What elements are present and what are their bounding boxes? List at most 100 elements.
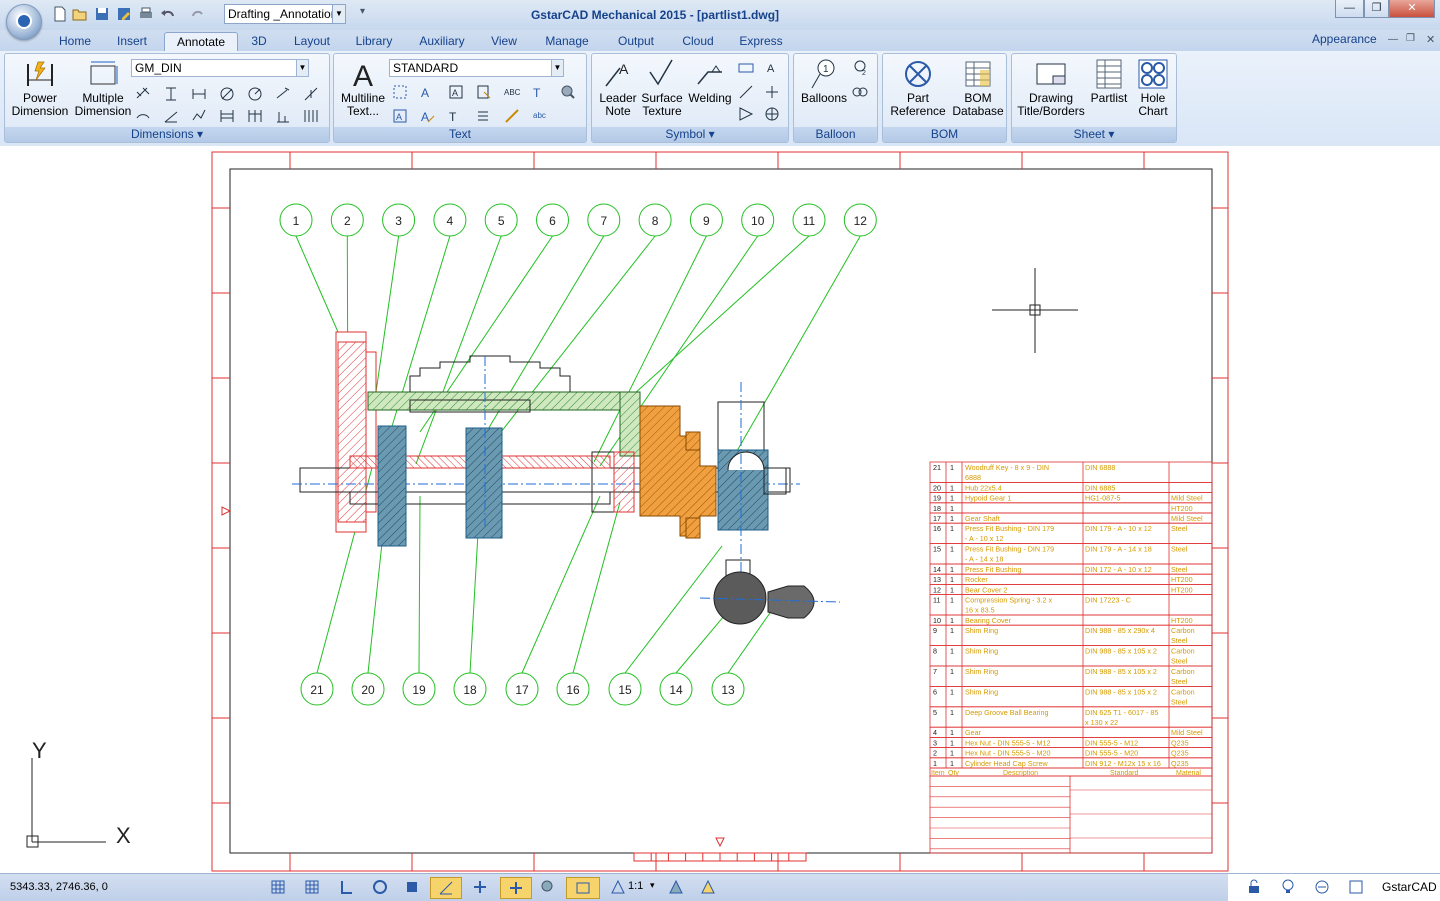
quick-dimension-icon[interactable]	[191, 108, 207, 124]
chevron-down-icon: ▼	[296, 60, 308, 76]
ribbon-close-icon[interactable]: ✕	[1426, 33, 1435, 46]
tab-layout[interactable]: Layout	[286, 32, 338, 51]
snap-icon[interactable]	[270, 879, 286, 895]
partlist-cell: Steel	[1171, 545, 1188, 554]
leader-note-label: Leader Note	[599, 91, 637, 118]
workspace-switch-icon[interactable]	[1314, 879, 1330, 895]
single-line-text-icon[interactable]	[392, 84, 408, 100]
leader-note-button[interactable]: A Leader Note	[596, 58, 640, 118]
datum-target-icon[interactable]	[764, 84, 780, 100]
balloon-align-icon[interactable]	[852, 84, 868, 100]
application-menu-button[interactable]	[6, 4, 42, 40]
drawing-canvas[interactable]: 1 2 3 4 5 6 7 8 9 10 11 12 21 20 19 18 17 16 15 14 13 21 1 Woo…	[0, 146, 1440, 873]
tab-output[interactable]: Output	[608, 32, 664, 51]
angular-dimension-icon[interactable]	[163, 108, 179, 124]
text-combine-icon[interactable]: abc	[532, 108, 548, 124]
jog-dimension-icon[interactable]	[303, 86, 319, 102]
bom-database-button[interactable]: BOM Database	[949, 58, 1007, 118]
text-scale-icon[interactable]: T	[532, 84, 548, 100]
auto-scale-icon[interactable]	[700, 879, 716, 895]
object-snap-icon[interactable]	[404, 879, 420, 895]
tab-express[interactable]: Express	[734, 32, 788, 51]
polar-tracking-icon[interactable]	[372, 879, 388, 895]
text-arrange-icon[interactable]	[476, 108, 492, 124]
symbol-panel-title[interactable]: Symbol ▾	[592, 127, 788, 142]
dimensions-panel-title[interactable]: Dimensions ▾	[5, 127, 329, 142]
tab-view[interactable]: View	[484, 32, 524, 51]
partlist-button[interactable]: Partlist	[1088, 58, 1130, 105]
tab-insert[interactable]: Insert	[108, 32, 156, 51]
ribbon-minimize-icon[interactable]: —	[1388, 34, 1398, 45]
baseline-dimension-icon[interactable]	[219, 108, 235, 124]
taper-slope-icon[interactable]	[738, 106, 754, 122]
text-convert-icon[interactable]	[504, 108, 520, 124]
text-style-select[interactable]: STANDARD ▼	[389, 59, 564, 77]
grid-icon[interactable]	[304, 879, 320, 895]
quick-properties-toggle[interactable]	[566, 877, 600, 899]
tab-home[interactable]: Home	[50, 32, 100, 51]
sheet-panel-title[interactable]: Sheet ▾	[1012, 127, 1176, 142]
multiple-dimension-button[interactable]: Multiple Dimension	[71, 58, 135, 118]
lock-icon[interactable]	[1246, 879, 1262, 895]
dimension-style-select[interactable]: GM_DIN ▼	[131, 59, 309, 77]
radius-dimension-icon[interactable]	[247, 86, 263, 102]
minimize-button[interactable]: —	[1335, 0, 1364, 18]
balloon-top-label: 10	[751, 214, 765, 228]
datum-icon[interactable]: A	[764, 60, 780, 76]
lightbulb-icon[interactable]	[1280, 879, 1296, 895]
text-align-icon[interactable]: A	[420, 84, 436, 100]
tab-library[interactable]: Library	[348, 32, 400, 51]
object-snap-tracking-toggle[interactable]	[430, 877, 462, 899]
balloons-button[interactable]: 1 Balloons	[798, 58, 850, 105]
status-tray: GstarCAD	[1228, 874, 1440, 901]
dimension-space-icon[interactable]	[303, 108, 319, 124]
spell-check-icon[interactable]: ABC	[504, 84, 520, 100]
clean-screen-icon[interactable]	[1348, 879, 1364, 895]
arc-length-icon[interactable]	[275, 86, 291, 102]
dynamic-ucs-icon[interactable]	[472, 879, 488, 895]
dynamic-input-toggle[interactable]	[500, 877, 532, 899]
power-dimension-button[interactable]: Power Dimension	[9, 58, 71, 118]
text-edit-icon[interactable]: A	[448, 84, 464, 100]
text-justify-icon[interactable]: T	[448, 108, 464, 124]
annotation-scale-icon[interactable]	[610, 879, 626, 895]
multiline-text-button[interactable]: A Multiline Text...	[336, 58, 390, 118]
ribbon-restore-icon[interactable]: ❐	[1406, 33, 1415, 44]
text-frame-icon[interactable]: A	[392, 108, 408, 124]
partlist-cell: Shim Ring	[965, 687, 998, 696]
tolerance-icon[interactable]	[738, 60, 754, 76]
status-bar: 5343.33, 2746.36, 0 1:1 ▾ GstarCAD	[0, 873, 1440, 901]
surface-texture-button[interactable]: Surface Texture	[640, 58, 684, 118]
text-find-icon[interactable]	[476, 84, 492, 100]
restore-button[interactable]: ❐	[1364, 0, 1389, 18]
balloon-edit-icon[interactable]: 2	[852, 60, 868, 76]
tab-annotate[interactable]: Annotate	[164, 32, 238, 52]
lineweight-icon[interactable]	[540, 879, 556, 895]
annotation-visibility-icon[interactable]	[668, 879, 684, 895]
annotation-scale-value[interactable]: 1:1	[628, 880, 643, 892]
tab-cloud[interactable]: Cloud	[674, 32, 722, 51]
part-reference-button[interactable]: Part Reference	[885, 58, 951, 118]
tab-auxiliary[interactable]: Auxiliary	[412, 32, 472, 51]
continue-dimension-icon[interactable]	[247, 108, 263, 124]
text-style-icon[interactable]: A	[420, 108, 436, 124]
chevron-down-icon[interactable]: ▾	[650, 880, 655, 891]
ortho-icon[interactable]	[338, 879, 354, 895]
center-mark-icon[interactable]	[764, 106, 780, 122]
tab-manage[interactable]: Manage	[538, 32, 596, 51]
close-button[interactable]: ✕	[1389, 0, 1435, 18]
hole-chart-button[interactable]: Hole Chart	[1130, 58, 1176, 118]
vertical-dimension-icon[interactable]	[163, 86, 179, 102]
welding-button[interactable]: Welding	[686, 58, 734, 105]
tab-3d[interactable]: 3D	[244, 32, 274, 51]
drawing-svg[interactable]: 1 2 3 4 5 6 7 8 9 10 11 1221 20 19 18 17 16 15 14 13 21 1 Woo…	[0, 146, 1440, 873]
horizontal-dimension-icon[interactable]	[191, 86, 207, 102]
edge-symbol-icon[interactable]	[738, 84, 754, 100]
diameter-dimension-icon[interactable]	[219, 86, 235, 102]
arc-dimension-icon[interactable]	[135, 108, 151, 124]
drawing-title-borders-button[interactable]: Drawing Title/Borders	[1014, 58, 1088, 118]
aligned-dimension-icon[interactable]	[135, 86, 151, 102]
text-search-icon[interactable]	[560, 84, 576, 100]
appearance-menu[interactable]: Appearance	[1312, 32, 1377, 46]
ordinate-dimension-icon[interactable]	[275, 108, 291, 124]
